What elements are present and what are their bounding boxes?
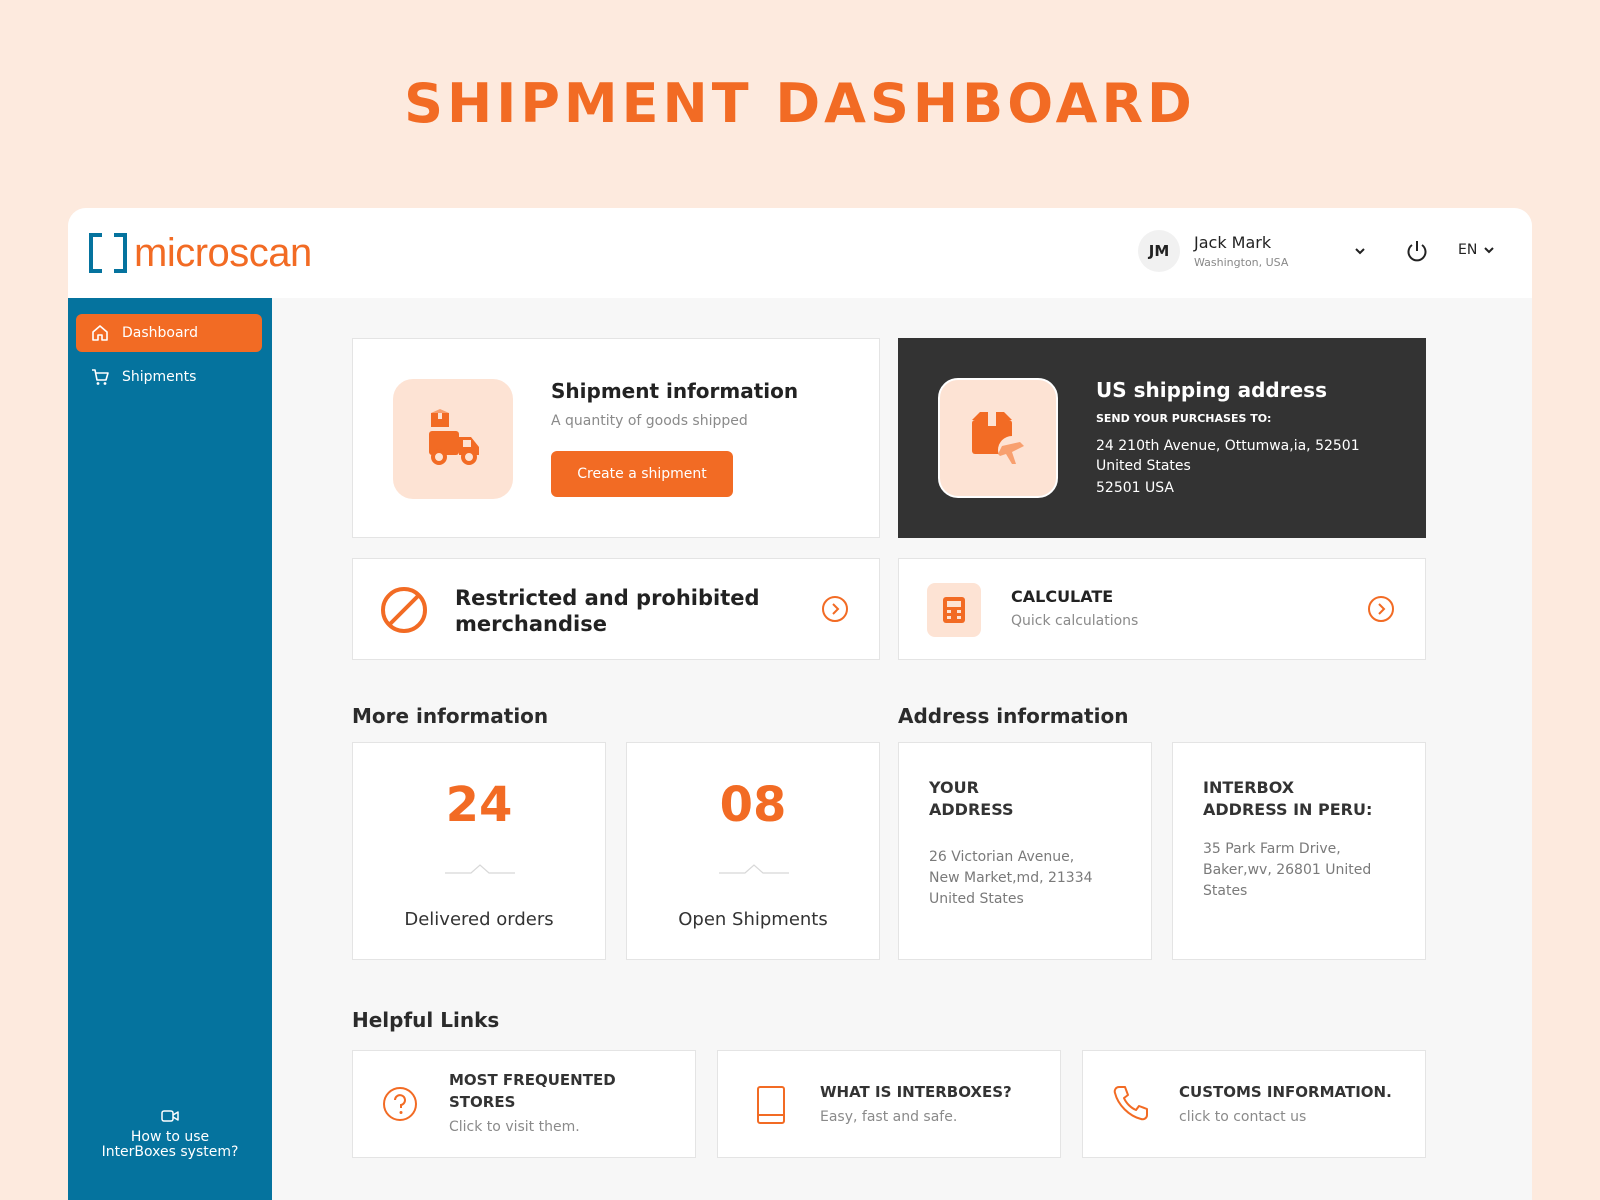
app-window: microscan JM Jack Mark Washington, USA E…: [68, 208, 1532, 1200]
language-selector[interactable]: EN: [1458, 242, 1495, 258]
chevron-down-icon[interactable]: [1353, 244, 1367, 263]
link-subtitle: Click to visit them.: [449, 1119, 580, 1135]
sidebar-item-label: Dashboard: [122, 325, 198, 341]
restricted-title-line-2: merchandise: [455, 612, 607, 636]
stat-card-delivered: 24 Delivered orders: [352, 742, 606, 960]
interbox-address-card: INTERBOX ADDRESS IN PERU: 35 Park Farm D…: [1172, 742, 1426, 960]
logo-text: microscan: [134, 230, 312, 275]
question-circle-icon: [381, 1085, 419, 1128]
link-title: CUSTOMS INFORMATION.: [1179, 1083, 1392, 1101]
us-address-title: US shipping address: [1096, 378, 1327, 402]
your-address-line-2: New Market,md, 21334: [929, 870, 1093, 886]
user-name: Jack Mark: [1194, 233, 1272, 252]
link-subtitle: Easy, fast and safe.: [820, 1109, 958, 1125]
restricted-title: Restricted and prohibited merchandise: [455, 585, 760, 637]
interbox-address-title-line-2: ADDRESS IN PERU:: [1203, 800, 1373, 819]
chevron-right-circle-icon[interactable]: [821, 595, 849, 628]
user-info: Jack Mark Washington, USA: [1194, 233, 1288, 269]
your-address-body: 26 Victorian Avenue, New Market,md, 2133…: [929, 847, 1093, 910]
prohibited-icon: [379, 585, 429, 640]
link-card-stores[interactable]: MOST FREQUENTED STORES Click to visit th…: [352, 1050, 696, 1158]
avatar[interactable]: JM: [1138, 230, 1180, 272]
chevron-right-circle-icon[interactable]: [1367, 595, 1395, 628]
your-address-line-1: 26 Victorian Avenue,: [929, 849, 1075, 865]
interbox-address-line-3: States: [1203, 883, 1248, 899]
interbox-address-line-1: 35 Park Farm Drive,: [1203, 841, 1341, 857]
link-subtitle: click to contact us: [1179, 1109, 1307, 1125]
sparkline-icon: [445, 864, 515, 874]
delivery-truck-icon: [393, 379, 513, 499]
interbox-address-title: INTERBOX ADDRESS IN PERU:: [1203, 777, 1372, 821]
stat-value: 24: [445, 777, 513, 833]
help-line-1: How to use: [130, 1129, 210, 1145]
shipment-info-title: Shipment information: [551, 379, 799, 403]
us-address-line-2: United States: [1096, 458, 1191, 474]
logo-mark-icon: [88, 232, 128, 274]
home-icon: [92, 325, 108, 341]
interbox-address-line-2: Baker,wv, 26801 United: [1203, 862, 1372, 878]
language-label: EN: [1458, 242, 1478, 258]
video-icon: [161, 1110, 179, 1122]
stat-card-open-shipments: 08 Open Shipments: [626, 742, 880, 960]
your-address-card: YOUR ADDRESS 26 Victorian Avenue, New Ma…: [898, 742, 1152, 960]
stat-label: Delivered orders: [404, 909, 554, 930]
help-video-link[interactable]: How to use InterBoxes system?: [68, 1108, 272, 1160]
cart-icon: [92, 369, 109, 385]
link-card-what-is[interactable]: WHAT IS INTERBOXES? Easy, fast and safe.: [717, 1050, 1061, 1158]
calculator-icon: [927, 583, 981, 637]
help-line-2: InterBoxes system?: [101, 1144, 239, 1160]
user-location: Washington, USA: [1194, 256, 1289, 269]
user-menu[interactable]: JM Jack Mark Washington, USA: [1138, 230, 1288, 272]
your-address-title-line-2: ADDRESS: [929, 800, 1014, 819]
link-title-line-1: MOST FREQUENTED: [449, 1071, 616, 1089]
your-address-line-3: United States: [929, 891, 1024, 907]
logo[interactable]: microscan: [88, 230, 312, 276]
create-shipment-button[interactable]: Create a shipment: [551, 451, 733, 497]
calculate-title: CALCULATE: [1011, 587, 1114, 606]
your-address-title: YOUR ADDRESS: [929, 777, 1014, 821]
stat-value: 08: [719, 777, 787, 833]
address-info-heading: Address information: [898, 704, 1129, 728]
link-title: WHAT IS INTERBOXES?: [820, 1083, 1012, 1101]
book-icon: [754, 1085, 788, 1130]
us-address-line-1: 24 210th Avenue, Ottumwa,ia, 52501: [1096, 438, 1360, 454]
shipment-info-card: Shipment information A quantity of goods…: [352, 338, 880, 538]
your-address-title-line-1: YOUR: [929, 778, 979, 797]
sparkline-icon: [719, 864, 789, 874]
link-card-customs[interactable]: CUSTOMS INFORMATION. click to contact us: [1082, 1050, 1426, 1158]
power-icon[interactable]: [1404, 238, 1430, 269]
sidebar-item-label: Shipments: [122, 369, 197, 385]
calculate-card[interactable]: CALCULATE Quick calculations: [898, 558, 1426, 660]
stat-label: Open Shipments: [678, 909, 828, 930]
interbox-address-body: 35 Park Farm Drive, Baker,wv, 26801 Unit…: [1203, 839, 1371, 902]
restricted-title-line-1: Restricted and prohibited: [455, 586, 760, 610]
package-plane-icon: [938, 378, 1058, 498]
sidebar-item-dashboard[interactable]: Dashboard: [76, 314, 262, 352]
us-address-label: SEND YOUR PURCHASES TO:: [1096, 412, 1272, 425]
phone-icon: [1111, 1083, 1151, 1128]
more-info-heading: More information: [352, 704, 549, 728]
sidebar: Dashboard Shipments How to use InterBoxe…: [68, 298, 272, 1200]
link-title: MOST FREQUENTED STORES: [449, 1069, 616, 1113]
helpful-links-heading: Helpful Links: [352, 1008, 500, 1032]
shipment-info-subtitle: A quantity of goods shipped: [551, 413, 748, 429]
us-address-line-3: 52501 USA: [1096, 480, 1174, 496]
link-title-line-2: STORES: [449, 1093, 516, 1111]
page-title: SHIPMENT DASHBOARD: [404, 72, 1196, 135]
sidebar-item-shipments[interactable]: Shipments: [76, 358, 262, 396]
chevron-down-icon: [1484, 247, 1495, 254]
top-bar: microscan JM Jack Mark Washington, USA E…: [68, 208, 1532, 298]
us-shipping-address-card: US shipping address SEND YOUR PURCHASES …: [898, 338, 1426, 538]
restricted-merchandise-card[interactable]: Restricted and prohibited merchandise: [352, 558, 880, 660]
interbox-address-title-line-1: INTERBOX: [1203, 778, 1295, 797]
calculate-subtitle: Quick calculations: [1011, 613, 1139, 629]
